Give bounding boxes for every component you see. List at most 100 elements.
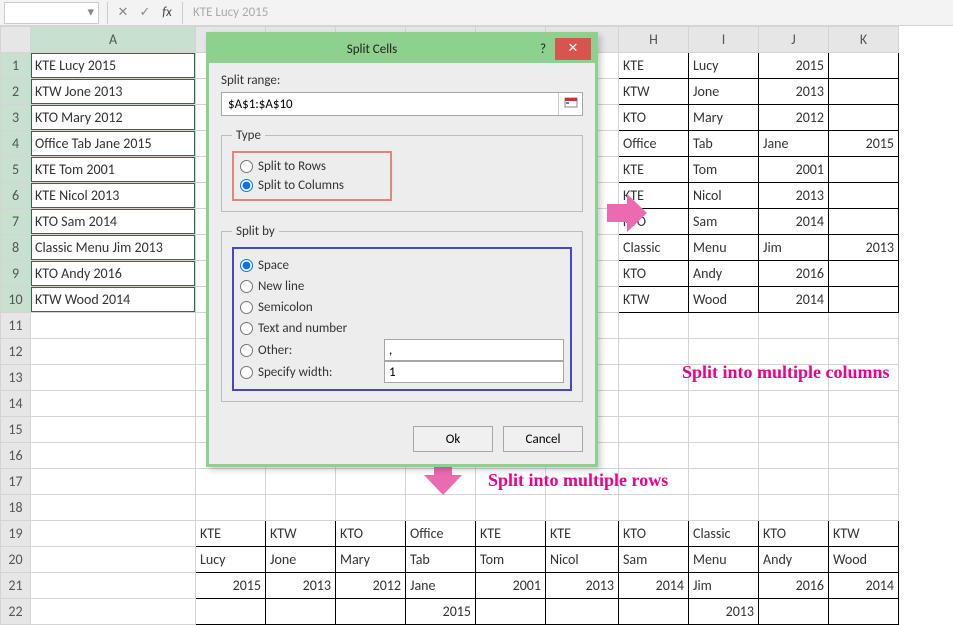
row-header-16[interactable]: 16 xyxy=(1,443,31,469)
row-header-21[interactable]: 21 xyxy=(1,573,31,599)
cell[interactable]: Classic xyxy=(689,521,759,547)
radio-semicolon[interactable]: Semicolon xyxy=(240,297,564,318)
cell[interactable]: Office xyxy=(619,131,689,157)
cell[interactable] xyxy=(546,599,619,625)
row-header-17[interactable]: 17 xyxy=(1,469,31,495)
split-range-input[interactable] xyxy=(222,93,558,115)
cell[interactable]: Andy xyxy=(759,547,829,573)
cell[interactable] xyxy=(476,495,546,521)
radio-split-cols[interactable]: Split to Columns xyxy=(240,176,384,195)
cell[interactable] xyxy=(31,443,196,469)
cell[interactable]: KTE xyxy=(619,53,689,79)
row-header-5[interactable]: 5 xyxy=(1,157,31,183)
cell[interactable] xyxy=(829,287,899,313)
cell[interactable]: Tab xyxy=(689,131,759,157)
dialog-help-button[interactable]: ? xyxy=(531,42,555,57)
cell[interactable] xyxy=(829,417,899,443)
enter-formula-icon[interactable]: ✓ xyxy=(134,5,156,20)
cancel-formula-icon[interactable]: ✕ xyxy=(112,5,134,20)
cell[interactable] xyxy=(406,495,476,521)
cell[interactable] xyxy=(759,313,829,339)
cell[interactable]: Sam xyxy=(619,547,689,573)
cell[interactable] xyxy=(619,365,689,391)
row-header-11[interactable]: 11 xyxy=(1,313,31,339)
row-header-10[interactable]: 10 xyxy=(1,287,31,313)
cell[interactable] xyxy=(759,443,829,469)
cell[interactable]: Jane xyxy=(759,131,829,157)
radio-textnum[interactable]: Text and number xyxy=(240,318,564,339)
cell[interactable]: Tab xyxy=(406,547,476,573)
cell[interactable] xyxy=(31,313,196,339)
cell[interactable] xyxy=(829,599,899,625)
cell[interactable]: KTW xyxy=(619,287,689,313)
cell[interactable] xyxy=(619,417,689,443)
row-header-15[interactable]: 15 xyxy=(1,417,31,443)
cell[interactable] xyxy=(619,339,689,365)
cell[interactable]: KTO Mary 2012 xyxy=(31,105,196,131)
cell[interactable]: KTE xyxy=(476,521,546,547)
cell[interactable] xyxy=(759,339,829,365)
cell[interactable]: 2013 xyxy=(546,573,619,599)
cell[interactable] xyxy=(336,599,406,625)
cell[interactable] xyxy=(759,599,829,625)
cell[interactable] xyxy=(689,313,759,339)
cell[interactable]: 2015 xyxy=(759,53,829,79)
cell[interactable]: KTW Jone 2013 xyxy=(31,79,196,105)
cell[interactable] xyxy=(689,495,759,521)
cancel-button[interactable]: Cancel xyxy=(503,426,583,452)
cell[interactable] xyxy=(759,417,829,443)
cell[interactable]: 2013 xyxy=(266,573,336,599)
fx-icon[interactable]: fx xyxy=(156,5,178,20)
cell[interactable]: Andy xyxy=(689,261,759,287)
radio-split-rows[interactable]: Split to Rows xyxy=(240,157,384,176)
radio-newline[interactable]: New line xyxy=(240,276,564,297)
cell[interactable] xyxy=(31,521,196,547)
cell[interactable] xyxy=(829,183,899,209)
row-header-20[interactable]: 20 xyxy=(1,547,31,573)
cell[interactable]: KTW xyxy=(619,79,689,105)
cell[interactable] xyxy=(266,599,336,625)
cell[interactable] xyxy=(829,53,899,79)
cell[interactable] xyxy=(829,313,899,339)
cell[interactable]: KTO xyxy=(336,521,406,547)
cell[interactable] xyxy=(689,391,759,417)
cell[interactable]: 2013 xyxy=(689,599,759,625)
cell[interactable] xyxy=(829,79,899,105)
cell[interactable] xyxy=(31,391,196,417)
cell[interactable] xyxy=(759,469,829,495)
cell[interactable]: Wood xyxy=(689,287,759,313)
row-header-19[interactable]: 19 xyxy=(1,521,31,547)
cell[interactable]: Jim xyxy=(689,573,759,599)
ok-button[interactable]: Ok xyxy=(413,426,493,452)
cell[interactable]: Lucy xyxy=(689,53,759,79)
cell[interactable]: Wood xyxy=(829,547,899,573)
cell[interactable]: 2016 xyxy=(759,573,829,599)
range-picker-button[interactable] xyxy=(558,93,582,115)
cell[interactable]: KTE Tom 2001 xyxy=(31,157,196,183)
cell[interactable]: KTE xyxy=(196,521,266,547)
dialog-titlebar[interactable]: Split Cells ? ✕ xyxy=(209,35,595,63)
cell[interactable]: KTO xyxy=(759,521,829,547)
radio-space[interactable]: Space xyxy=(240,255,564,276)
cell[interactable] xyxy=(829,495,899,521)
cell[interactable]: 2013 xyxy=(759,183,829,209)
cell[interactable]: KTO Andy 2016 xyxy=(31,261,196,287)
cell[interactable]: 2015 xyxy=(406,599,476,625)
cell[interactable]: Tom xyxy=(689,157,759,183)
cell[interactable]: Office Tab Jane 2015 xyxy=(31,131,196,157)
row-header-1[interactable]: 1 xyxy=(1,53,31,79)
cell[interactable]: Nicol xyxy=(689,183,759,209)
cell[interactable]: 2014 xyxy=(759,209,829,235)
row-header-14[interactable]: 14 xyxy=(1,391,31,417)
radio-width[interactable]: Specify width: xyxy=(240,362,380,383)
cell[interactable]: KTE Lucy 2015 xyxy=(31,53,196,79)
row-header-7[interactable]: 7 xyxy=(1,209,31,235)
dialog-close-button[interactable]: ✕ xyxy=(555,38,591,60)
cell[interactable]: Nicol xyxy=(546,547,619,573)
width-input[interactable] xyxy=(384,361,564,383)
cell[interactable] xyxy=(196,469,266,495)
cell[interactable] xyxy=(31,365,196,391)
cell[interactable] xyxy=(196,495,266,521)
cell[interactable]: KTE xyxy=(546,521,619,547)
cell[interactable] xyxy=(689,443,759,469)
